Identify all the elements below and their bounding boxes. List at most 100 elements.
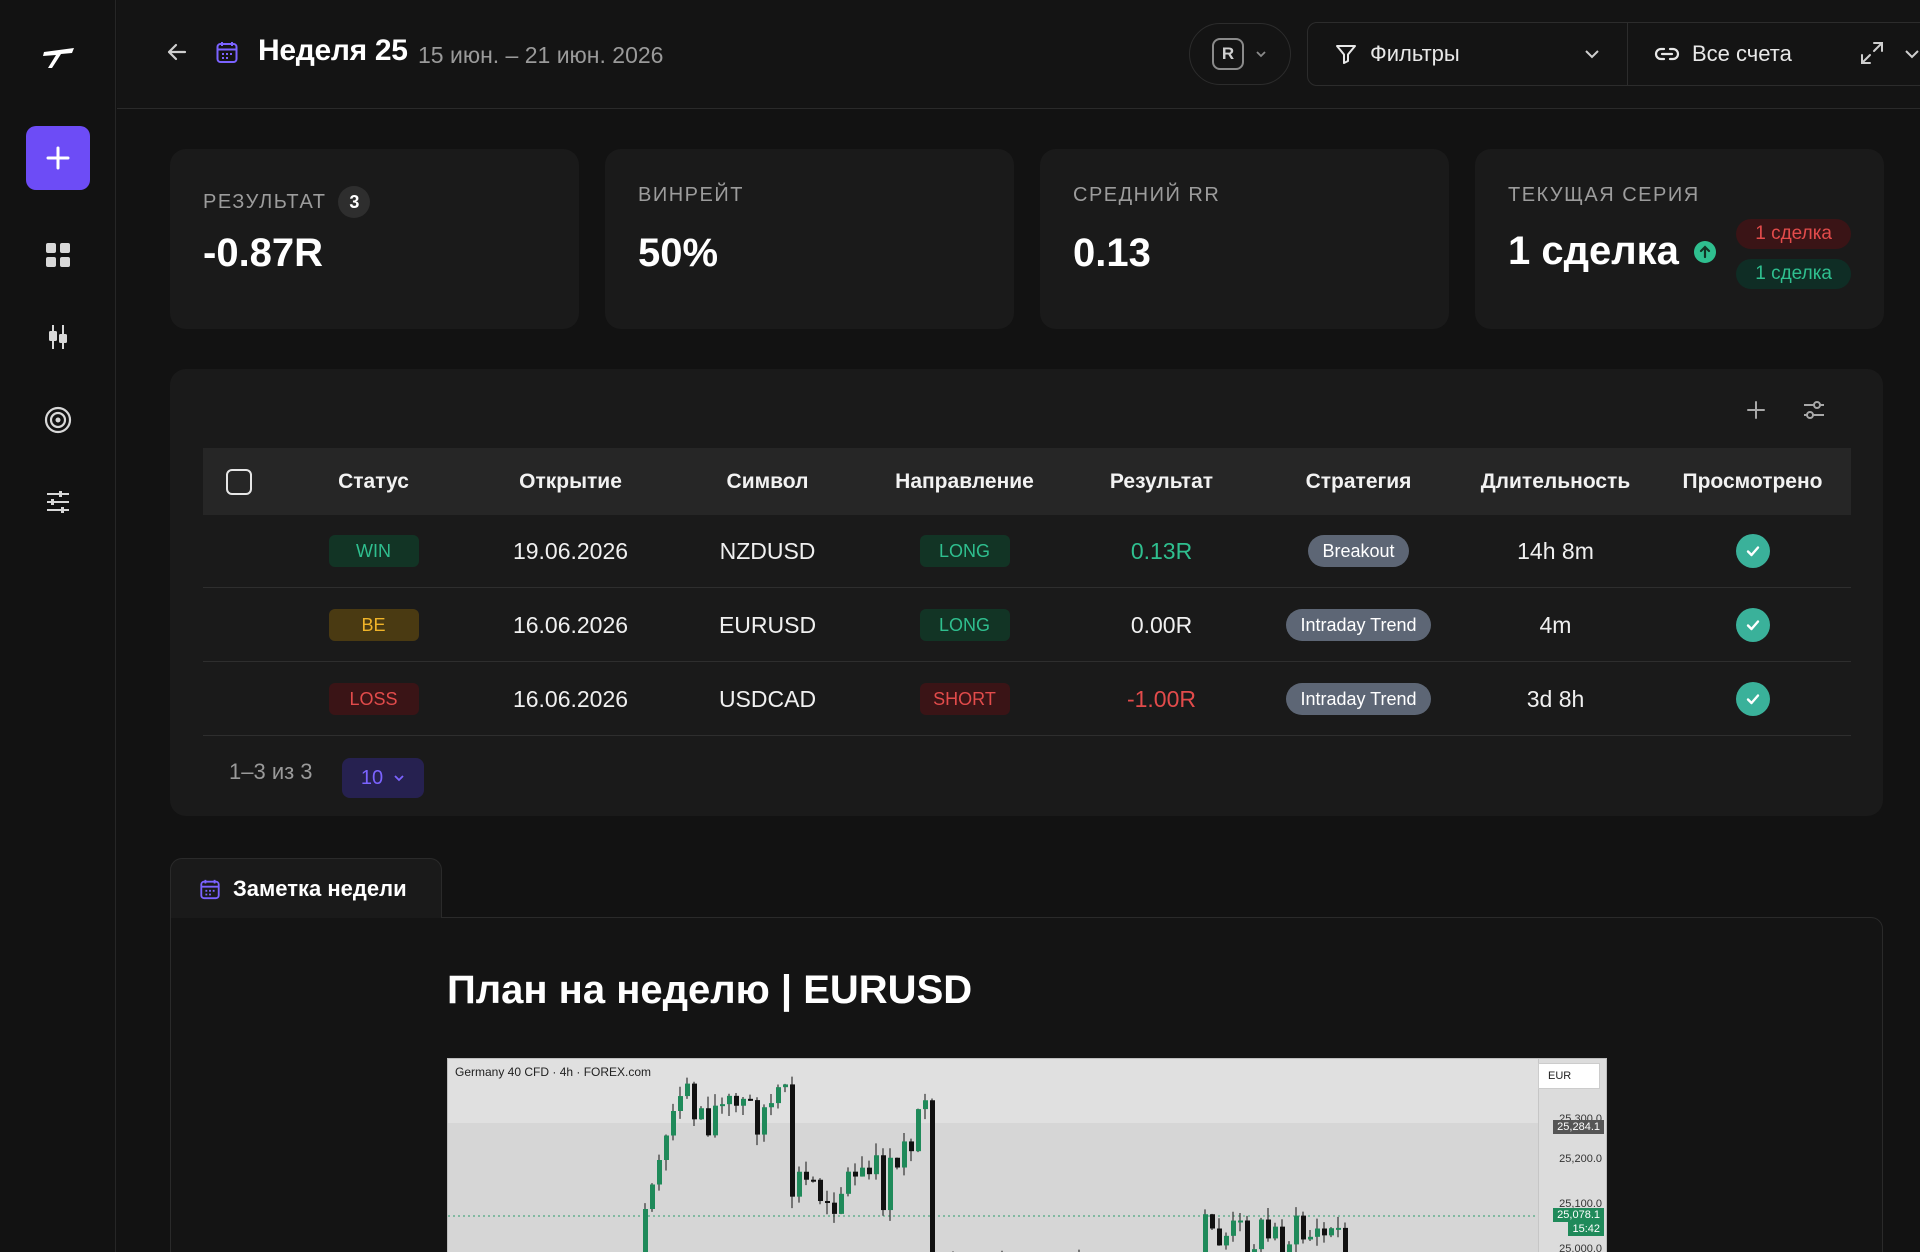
trade-count-badge: 3: [338, 186, 371, 218]
duration: 14h 8m: [1517, 537, 1594, 564]
win-streak-pill: 1 сделка: [1736, 259, 1851, 289]
candle-body: [1301, 1215, 1306, 1240]
candle-body: [839, 1193, 844, 1214]
duration: 3d 8h: [1526, 685, 1585, 712]
column-header-strategy[interactable]: Стратегия: [1260, 470, 1457, 494]
price-tag-current: 25,078.1: [1553, 1208, 1604, 1222]
candle-body: [846, 1171, 851, 1194]
candle-body: [755, 1100, 760, 1135]
plus-icon: [46, 146, 70, 170]
chevron-down-icon: [394, 775, 404, 782]
chevron-down-icon: [1256, 51, 1266, 58]
calendar-icon: [215, 40, 239, 64]
chart-screenshot-image: Germany 40 CFD · 4h · FOREX.com EUR 25,3…: [447, 1058, 1607, 1252]
result-value: 0.13R: [1130, 537, 1193, 564]
app-logo[interactable]: [42, 44, 76, 72]
r-unit-select[interactable]: R: [1189, 23, 1291, 85]
result-value: -1.00R: [1126, 685, 1197, 712]
add-trade-button[interactable]: [26, 126, 90, 190]
candle-body: [734, 1095, 739, 1106]
column-header-direction[interactable]: Направление: [866, 470, 1063, 494]
candle-body: [1336, 1227, 1341, 1230]
reviewed-check-icon[interactable]: [1735, 534, 1770, 568]
result-label: РЕЗУЛЬТАТ 3: [203, 186, 371, 218]
currency-label: EUR: [1538, 1063, 1600, 1089]
direction-badge: LONG: [919, 535, 1010, 567]
table-row[interactable]: LOSS 16.06.2026 USDCAD SHORT -1.00R Intr…: [203, 663, 1851, 736]
direction-badge: SHORT: [919, 683, 1010, 715]
filters-dropdown[interactable]: Фильтры: [1308, 23, 1627, 85]
rows-per-page-select[interactable]: 10: [342, 758, 424, 798]
tab-weekly-note[interactable]: Заметка недели: [170, 858, 442, 918]
candle-body: [1343, 1227, 1348, 1252]
candle-body: [1315, 1228, 1320, 1237]
column-header-status[interactable]: Статус: [275, 470, 472, 494]
page-header: Неделя 25 15 июн. – 21 июн. 2026 R Фильт…: [117, 0, 1920, 109]
column-header-reviewed[interactable]: Просмотрено: [1654, 470, 1851, 494]
candle-body: [678, 1096, 683, 1111]
candle-body: [1231, 1220, 1236, 1236]
candle-body: [762, 1107, 767, 1135]
reviewed-check-icon[interactable]: [1735, 608, 1770, 642]
streak-card: ТЕКУЩАЯ СЕРИЯ 1 сделка 1 сделка 1 сделка: [1475, 149, 1884, 329]
candle-body: [706, 1108, 711, 1136]
price-tag-time: 15:42: [1568, 1222, 1604, 1236]
winrate-label: ВИНРЕЙТ: [638, 184, 744, 206]
candle-body: [832, 1202, 837, 1214]
dashboard-nav-icon[interactable]: [42, 239, 74, 271]
reviewed-check-icon[interactable]: [1735, 682, 1770, 716]
strategy-tag: Intraday Trend: [1286, 609, 1431, 641]
candle-body: [811, 1179, 816, 1182]
sidebar: [0, 0, 116, 1252]
link-icon: [1654, 47, 1680, 61]
settings-sliders-nav-icon[interactable]: [42, 486, 74, 518]
r-badge: R: [1212, 38, 1244, 70]
column-header-symbol[interactable]: Символ: [669, 470, 866, 494]
add-column-button[interactable]: [1739, 393, 1773, 427]
expand-icon[interactable]: [1859, 40, 1885, 66]
column-header-duration[interactable]: Длительность: [1457, 470, 1654, 494]
table-header: Статус Открытие Символ Направление Резул…: [203, 448, 1851, 515]
filter-icon: [1336, 45, 1356, 64]
symbol: NZDUSD: [719, 537, 816, 564]
candle-body: [1329, 1228, 1334, 1236]
candle-body: [853, 1171, 858, 1177]
status-badge: WIN: [328, 535, 419, 567]
column-header-result[interactable]: Результат: [1063, 470, 1260, 494]
select-all-checkbox[interactable]: [226, 468, 252, 495]
streak-value-row: 1 сделка: [1508, 229, 1717, 274]
avg-rr-value: 0.13: [1073, 231, 1151, 275]
streak-value: 1 сделка: [1508, 229, 1679, 273]
weekly-note-editor[interactable]: План на неделю | EURUSD Germany 40 CFD ·…: [170, 917, 1883, 1252]
price-tag-high: 25,284.1: [1553, 1120, 1604, 1134]
candle-body: [825, 1201, 830, 1204]
candle-body: [874, 1155, 879, 1175]
direction-badge: LONG: [919, 609, 1010, 641]
week-date-range: 15 июн. – 21 июн. 2026: [418, 42, 664, 68]
candle-body: [1322, 1228, 1327, 1236]
candle-body: [643, 1209, 648, 1252]
candlestick-nav-icon[interactable]: [42, 321, 74, 353]
candle-body: [699, 1108, 704, 1120]
winrate-value: 50%: [638, 231, 719, 275]
candle-body: [1280, 1226, 1285, 1252]
result-card: РЕЗУЛЬТАТ 3 -0.87R: [170, 149, 579, 329]
candle-body: [776, 1087, 781, 1104]
arrow-left-icon[interactable]: [165, 40, 189, 64]
candle-body: [867, 1167, 872, 1175]
target-nav-icon[interactable]: [42, 404, 74, 436]
candle-body: [804, 1171, 809, 1180]
avg-rr-label: СРЕДНИЙ RR: [1073, 184, 1221, 206]
tab-label: Заметка недели: [233, 875, 407, 901]
table-row[interactable]: BE 16.06.2026 EURUSD LONG 0.00R Intraday…: [203, 589, 1851, 662]
table-settings-button[interactable]: [1797, 393, 1831, 427]
duration: 4m: [1539, 611, 1572, 638]
arrow-up-circle-icon: [1693, 240, 1716, 263]
winrate-card: ВИНРЕЙТ 50%: [605, 149, 1014, 329]
note-heading: План на неделю | EURUSD: [447, 968, 973, 1012]
candle-body: [930, 1100, 935, 1252]
candle-body: [1203, 1214, 1208, 1252]
table-row[interactable]: WIN 19.06.2026 NZDUSD LONG 0.13R Breakou…: [203, 515, 1851, 588]
column-header-open[interactable]: Открытие: [472, 470, 669, 494]
candle-body: [1245, 1220, 1250, 1252]
